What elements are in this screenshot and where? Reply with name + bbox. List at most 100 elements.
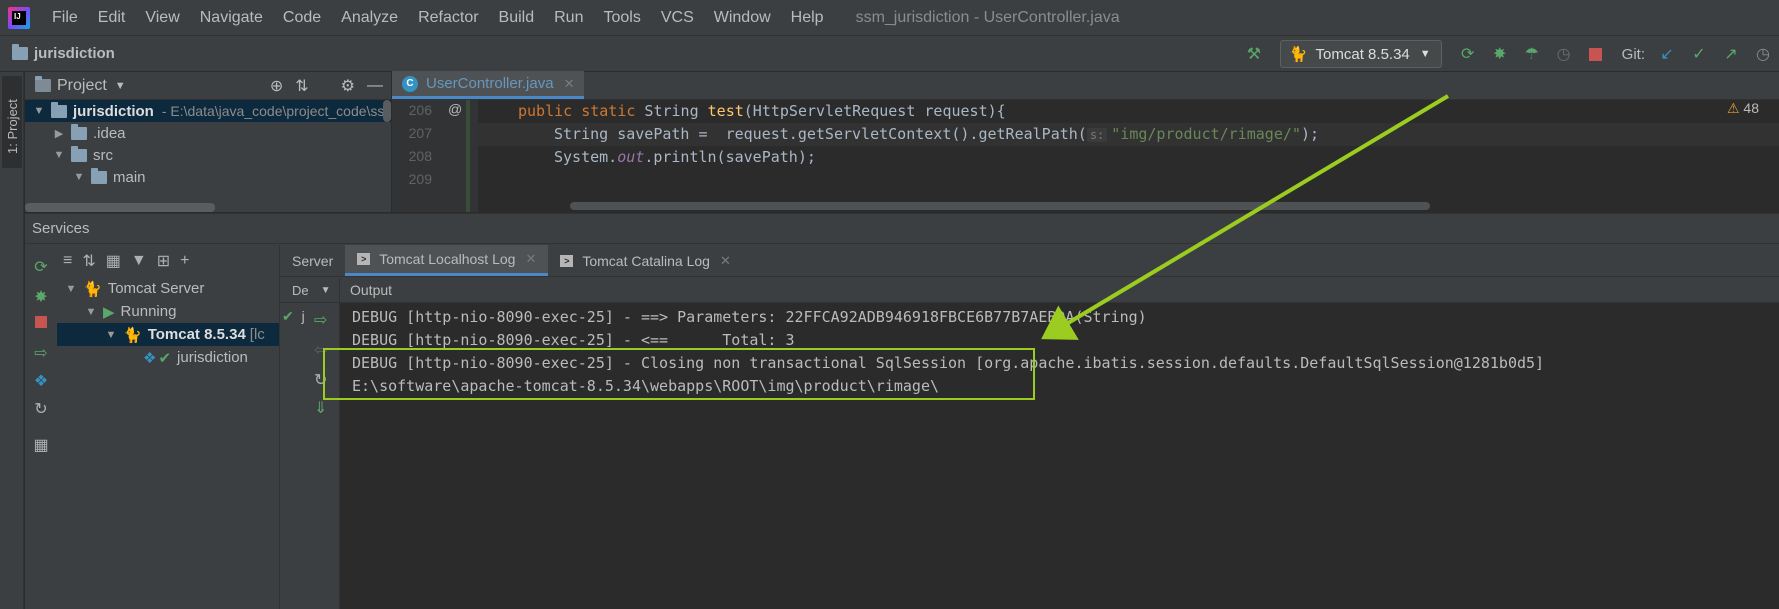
rerun-icon[interactable]: ⟳ xyxy=(1454,40,1482,68)
line-number: 209 xyxy=(408,171,432,187)
tab-tomcat-localhost-log[interactable]: > Tomcat Localhost Log ✕ xyxy=(345,245,549,276)
chevron-down-icon: ▼ xyxy=(1419,48,1431,60)
git-history-icon[interactable]: ◷ xyxy=(1749,40,1777,68)
tree-item-suffix: [lc xyxy=(249,326,265,343)
tree-item-jurisdiction[interactable]: ▼ jurisdiction - E:\data\java_code\proje… xyxy=(25,100,391,122)
horizontal-scrollbar[interactable] xyxy=(25,203,215,212)
git-commit-icon[interactable]: ✓ xyxy=(1685,40,1713,68)
close-icon[interactable]: ✕ xyxy=(525,251,536,267)
close-icon[interactable]: ✕ xyxy=(720,253,731,269)
menu-code[interactable]: Code xyxy=(273,9,331,27)
git-push-icon[interactable]: ↗ xyxy=(1717,40,1745,68)
chevron-down-icon[interactable]: ▼ xyxy=(321,285,331,296)
vertical-scrollbar[interactable] xyxy=(383,100,391,122)
menu-tools[interactable]: Tools xyxy=(593,9,650,27)
menu-view[interactable]: View xyxy=(135,9,189,27)
tree-item-tomcat-instance[interactable]: ▼ 🐈 Tomcat 8.5.34 [lc xyxy=(57,323,279,346)
expand-all-icon[interactable]: ≡ xyxy=(63,252,72,270)
coverage-icon[interactable]: ☂ xyxy=(1518,40,1546,68)
collapse-all-icon[interactable]: ⇅ xyxy=(295,76,308,96)
run-configuration-select[interactable]: 🐈 Tomcat 8.5.34 ▼ xyxy=(1279,40,1442,68)
java-class-icon: C xyxy=(402,75,418,92)
minimize-icon[interactable]: — xyxy=(367,77,383,95)
deployment-item[interactable]: ✔ j xyxy=(282,308,305,325)
left-tool-window-strip: 1: Project xyxy=(0,72,24,609)
project-tool-tab[interactable]: 1: Project xyxy=(2,76,22,168)
tree-item-label: .idea xyxy=(93,124,126,142)
code-editor[interactable]: public static String test(HttpServletReq… xyxy=(478,100,1779,212)
filter-icon[interactable]: ▼ xyxy=(131,252,147,270)
layout-icon[interactable]: ▦ xyxy=(31,435,51,455)
deployment-header-label: De xyxy=(292,282,309,298)
inspection-widget[interactable]: ⚠ 48 xyxy=(1727,100,1759,117)
tree-item-main[interactable]: ▼ main xyxy=(25,166,391,188)
tree-item-src[interactable]: ▼ src xyxy=(25,144,391,166)
tree-item-tomcat-server[interactable]: ▼ 🐈 Tomcat Server xyxy=(57,277,279,300)
breadcrumb[interactable]: jurisdiction xyxy=(12,44,115,62)
editor-tab-label: UserController.java xyxy=(426,75,554,92)
tomcat-icon: 🐈 xyxy=(1288,46,1308,63)
tab-tomcat-catalina-log[interactable]: > Tomcat Catalina Log ✕ xyxy=(548,245,743,276)
menu-vcs[interactable]: VCS xyxy=(651,9,704,27)
collapse-all-icon[interactable]: ⇅ xyxy=(82,251,95,271)
code-line-206: public static String test(HttpServletReq… xyxy=(478,100,1779,123)
intellij-logo-icon: IJ xyxy=(8,6,30,29)
new-tab-icon[interactable]: ⊞ xyxy=(157,251,170,271)
menu-build[interactable]: Build xyxy=(489,9,545,27)
menu-analyze[interactable]: Analyze xyxy=(331,9,408,27)
editor-tab-bar: C UserController.java ✕ xyxy=(392,71,1779,100)
tree-item-label: jurisdiction xyxy=(73,102,154,120)
deploy-icon[interactable]: ⇨ xyxy=(31,343,51,363)
breadcrumb-project[interactable]: jurisdiction xyxy=(34,45,115,62)
menu-window[interactable]: Window xyxy=(704,9,781,27)
menu-edit[interactable]: Edit xyxy=(88,9,136,27)
tree-item-running[interactable]: ▼ ▶ Running xyxy=(57,300,279,323)
tab-label: Server xyxy=(292,252,334,269)
menu-help[interactable]: Help xyxy=(781,9,834,27)
menu-run[interactable]: Run xyxy=(544,9,593,27)
chevron-down-icon[interactable]: ▼ xyxy=(103,329,119,341)
chevron-down-icon[interactable]: ▼ xyxy=(51,149,67,161)
artifact-icon[interactable]: ❖ xyxy=(31,371,51,391)
tab-label: Tomcat Catalina Log xyxy=(582,252,710,269)
main-toolbar: ⚒ 🐈 Tomcat 8.5.34 ▼ ⟳ ✸ ☂ ◷ Git: ↙ ✓ ↗ ◷ xyxy=(1238,36,1779,72)
chevron-down-icon[interactable]: ▼ xyxy=(63,283,79,295)
chevron-down-icon[interactable]: ▼ xyxy=(31,105,47,117)
locate-icon[interactable]: ⊕ xyxy=(270,76,283,96)
group-by-icon[interactable]: ▦ xyxy=(106,251,121,271)
deployment-header: De ▼ xyxy=(280,278,339,303)
menu-refactor[interactable]: Refactor xyxy=(408,9,488,27)
services-side-toolbar: ⟳ ✸ ⇨ ❖ ↻ ▦ xyxy=(25,245,57,609)
chevron-down-icon[interactable]: ▼ xyxy=(83,306,99,318)
menu-navigate[interactable]: Navigate xyxy=(190,9,273,27)
tab-server[interactable]: Server xyxy=(280,245,345,276)
stop-icon[interactable] xyxy=(1582,40,1610,68)
rerun-icon[interactable]: ⟳ xyxy=(31,257,51,277)
git-update-icon[interactable]: ↙ xyxy=(1653,40,1681,68)
editor-area: C UserController.java ✕ 206 @ 207 208 20… xyxy=(392,71,1779,212)
chevron-down-icon[interactable]: ▼ xyxy=(115,80,126,92)
build-hammer-icon[interactable]: ⚒ xyxy=(1240,40,1268,68)
profile-icon[interactable]: ◷ xyxy=(1550,40,1578,68)
deploy-icon[interactable]: ⇨ xyxy=(314,310,327,330)
warning-count: 48 xyxy=(1743,100,1759,116)
editor-horizontal-scrollbar[interactable] xyxy=(570,202,1430,210)
vcs-change-marker xyxy=(466,100,470,212)
chevron-down-icon[interactable]: ▼ xyxy=(71,171,87,183)
update-icon[interactable]: ⇓ xyxy=(314,398,327,418)
gear-icon[interactable]: ⚙ xyxy=(341,76,355,96)
tree-item-idea[interactable]: ▶ .idea xyxy=(25,122,391,144)
add-service-icon[interactable]: + xyxy=(180,252,189,270)
editor-tab-usercontroller[interactable]: C UserController.java ✕ xyxy=(392,71,585,99)
stop-icon[interactable] xyxy=(31,315,51,335)
chevron-right-icon[interactable]: ▶ xyxy=(51,127,67,140)
debug-icon[interactable]: ✸ xyxy=(31,287,51,307)
menu-file[interactable]: File xyxy=(42,9,88,27)
tree-item-jurisdiction-artifact[interactable]: ❖ ✔ jurisdiction xyxy=(57,346,279,369)
project-panel-title[interactable]: Project xyxy=(57,77,107,95)
close-icon[interactable]: ✕ xyxy=(564,76,575,92)
refresh-icon[interactable]: ↻ xyxy=(31,399,51,419)
debug-icon[interactable]: ✸ xyxy=(1486,40,1514,68)
code-text: System. xyxy=(554,148,618,166)
services-title: Services xyxy=(32,220,90,237)
